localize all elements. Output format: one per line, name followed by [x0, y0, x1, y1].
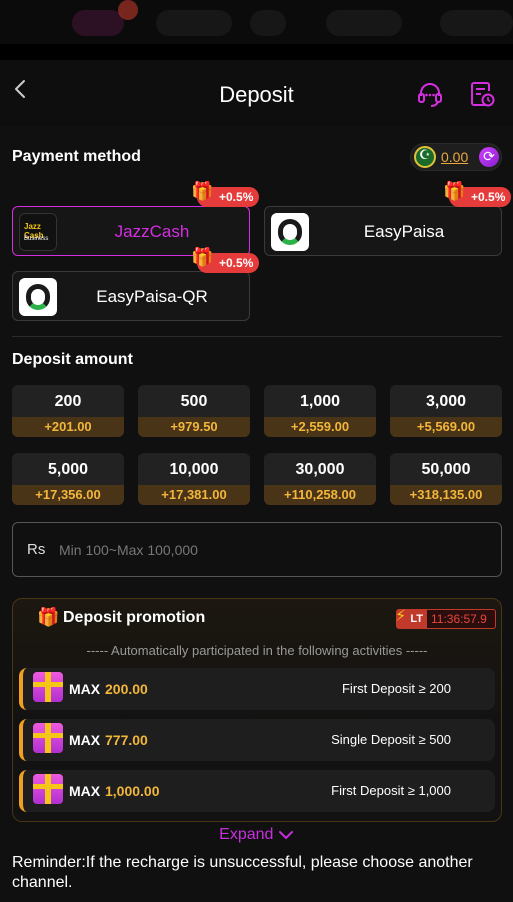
gift-box-icon: [33, 723, 63, 753]
amount-value: 30,000: [295, 461, 345, 478]
gift-icon: 🎁: [443, 181, 466, 202]
amount-value: 500: [180, 393, 208, 410]
max-value: 777.00: [105, 732, 148, 748]
amount-option[interactable]: 3,000 +5,569.00: [390, 385, 502, 437]
amount-value: 50,000: [421, 461, 471, 478]
max-value: 200.00: [105, 681, 148, 697]
easypaisa-logo: [19, 278, 57, 316]
amount-value: 1,000: [299, 393, 341, 410]
max-value: 1,000.00: [105, 783, 160, 799]
amount-bonus: +110,258.00: [264, 485, 376, 505]
amount-option[interactable]: 10,000 +17,381.00: [138, 453, 250, 505]
amount-input-box: Rs: [12, 522, 502, 577]
amount-value: 5,000: [47, 461, 89, 478]
bonus-tag-text: +0.5%: [219, 256, 254, 270]
promotion-row[interactable]: MAX 200.00 First Deposit ≥ 200: [19, 668, 495, 710]
payment-option-label: EasyPaisa: [363, 222, 445, 241]
amount-bonus: +979.50: [138, 417, 250, 437]
bonus-tag: 🎁 +0.5%: [443, 182, 512, 207]
blurred-tab: [326, 10, 402, 36]
max-label: MAX: [69, 681, 101, 697]
blurred-tab: [72, 10, 124, 36]
promotion-condition: Single Deposit ≥ 500: [331, 732, 451, 747]
amount-option[interactable]: 5,000 +17,356.00: [12, 453, 124, 505]
promotion-row[interactable]: MAX 777.00 Single Deposit ≥ 500: [19, 719, 495, 761]
expand-label: Expand: [219, 826, 274, 843]
top-tab-bar: [0, 0, 513, 44]
pk-flag-icon: [414, 146, 436, 168]
blurred-tab: [156, 10, 232, 36]
balance-amount: 0.00: [441, 149, 469, 165]
gift-box-icon: [33, 774, 63, 804]
payment-option-label: EasyPaisa-QR: [96, 287, 208, 306]
headset-support-icon[interactable]: [416, 80, 444, 108]
amount-value: 3,000: [425, 393, 467, 410]
amount-bonus: +201.00: [12, 417, 124, 437]
gift-icon: 🎁: [191, 181, 214, 202]
payment-option-easypaisa[interactable]: EasyPaisa: [264, 206, 502, 256]
amount-option[interactable]: 1,000 +2,559.00: [264, 385, 376, 437]
amount-bonus: +17,356.00: [12, 485, 124, 505]
amount-option[interactable]: 500 +979.50: [138, 385, 250, 437]
max-label: MAX: [69, 783, 101, 799]
amount-option[interactable]: 50,000 +318,135.00: [390, 453, 502, 505]
promotion-condition: First Deposit ≥ 1,000: [331, 783, 451, 798]
amount-value: 200: [54, 393, 82, 410]
divider: [12, 336, 502, 337]
payment-method-title: Payment method: [12, 148, 141, 165]
promotion-title: Deposit promotion: [63, 609, 206, 626]
expand-button[interactable]: Expand: [0, 826, 513, 844]
wallet-balance: 0.00 ⟳: [410, 143, 502, 171]
amount-bonus: +17,381.00: [138, 485, 250, 505]
bonus-tag-text: +0.5%: [219, 190, 254, 204]
amount-bonus: +2,559.00: [264, 417, 376, 437]
max-label: MAX: [69, 732, 101, 748]
lightning-icon: ⚡: [395, 606, 407, 625]
payment-option-label: JazzCash: [114, 222, 190, 241]
reminder-text: Reminder:If the recharge is unsuccessful…: [12, 854, 473, 891]
deposit-history-icon[interactable]: [469, 80, 495, 108]
blurred-tab: [250, 10, 286, 36]
promotion-condition: First Deposit ≥ 200: [341, 681, 451, 696]
jazzcash-logo-subtext: Business: [24, 236, 49, 242]
promotion-row[interactable]: MAX 1,000.00 First Deposit ≥ 1,000: [19, 770, 495, 812]
jazzcash-logo: Jazz Cash Business: [19, 213, 57, 251]
gift-icon: 🎁: [37, 607, 60, 628]
amount-bonus: +5,569.00: [390, 417, 502, 437]
payment-option-easypaisa-qr[interactable]: EasyPaisa-QR: [12, 271, 250, 321]
currency-label: Rs: [27, 541, 46, 558]
bonus-tag: 🎁 +0.5%: [191, 248, 260, 273]
amount-input[interactable]: [59, 537, 479, 563]
deposit-amount-title: Deposit amount: [12, 351, 133, 368]
amount-bonus: +318,135.00: [390, 485, 502, 505]
blurred-tab: [440, 10, 513, 36]
amount-option[interactable]: 200 +201.00: [12, 385, 124, 437]
refresh-icon[interactable]: ⟳: [479, 147, 499, 167]
promotion-subtitle: ----- Automatically participated in the …: [86, 643, 428, 658]
countdown-timer: 11:36:57.9: [431, 612, 487, 626]
easypaisa-logo: [271, 213, 309, 251]
gift-box-icon: [33, 672, 63, 702]
deposit-promotion-panel: 🎁 Deposit promotion LT ⚡ 11:36:57.9 ----…: [12, 598, 502, 822]
amount-value: 10,000: [169, 461, 219, 478]
bonus-tag-text: +0.5%: [471, 190, 506, 204]
gift-icon: 🎁: [191, 247, 214, 268]
chevron-down-icon: [278, 830, 293, 840]
bonus-tag: 🎁 +0.5%: [191, 182, 260, 207]
limited-time-badge: LT ⚡ 11:36:57.9: [395, 606, 496, 629]
blurred-badge: [118, 0, 138, 20]
amount-option[interactable]: 30,000 +110,258.00: [264, 453, 376, 505]
